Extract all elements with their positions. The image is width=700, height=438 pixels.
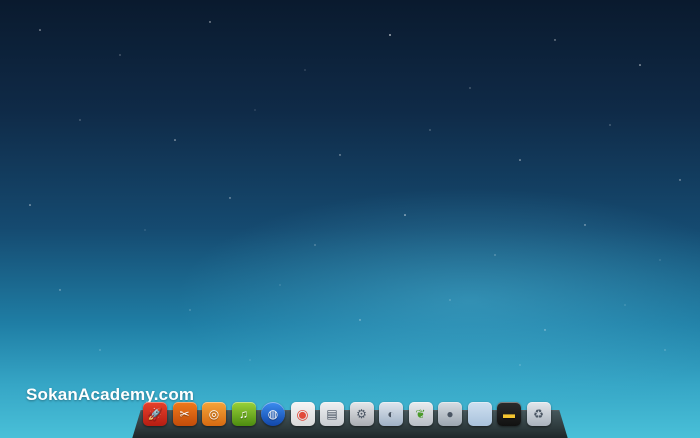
browser-icon: ◐ (387, 407, 395, 421)
dock-item-1[interactable]: ✂ (172, 402, 197, 426)
rocket-icon: 🚀 (147, 407, 163, 421)
dock-item-9[interactable]: ❦ (408, 402, 433, 426)
dock-item-13[interactable]: ♻ (526, 402, 551, 426)
dock-item-2[interactable]: ◎ (202, 402, 226, 426)
dock-item-3[interactable]: ♫ (231, 402, 256, 426)
scissors-icon: ✂ (179, 407, 190, 421)
trash-icon: ♻ (533, 407, 544, 421)
dock-item-4[interactable]: ◍ (261, 402, 285, 426)
dock-item-6[interactable]: ▤ (320, 402, 344, 426)
dock-item-7[interactable]: ⚙ (349, 402, 374, 426)
folder-icon: ▤ (326, 407, 338, 421)
globe-icon: ◍ (267, 407, 279, 421)
dock-item-11[interactable] (467, 402, 492, 426)
music-note-icon: ♫ (239, 407, 248, 421)
terminal-icon: ▬ (503, 407, 515, 421)
dock: 🚀 ✂ ◎ ♫ ◍ ◉ ▤ ⚙ ◐ ❦ ● ▬ ♻ (143, 402, 563, 428)
dock-item-0[interactable]: 🚀 (143, 402, 167, 426)
dock-item-8[interactable]: ◐ (379, 402, 403, 426)
dock-item-10[interactable]: ● (438, 402, 462, 426)
camera-lens-icon: ● (446, 407, 454, 421)
desktop[interactable]: SokanAcademy.com 🚀 ✂ ◎ ♫ ◍ ◉ ▤ ⚙ ◐ ❦ ● ▬… (0, 0, 700, 438)
leaf-icon: ❦ (415, 407, 426, 421)
spiral-icon: ◎ (208, 407, 220, 421)
settings-icon: ⚙ (356, 407, 367, 421)
dock-item-12[interactable]: ▬ (497, 402, 521, 426)
starfield-wallpaper (29, 21, 681, 366)
dock-item-5[interactable]: ◉ (290, 402, 315, 426)
chrome-icon: ◉ (296, 406, 309, 422)
